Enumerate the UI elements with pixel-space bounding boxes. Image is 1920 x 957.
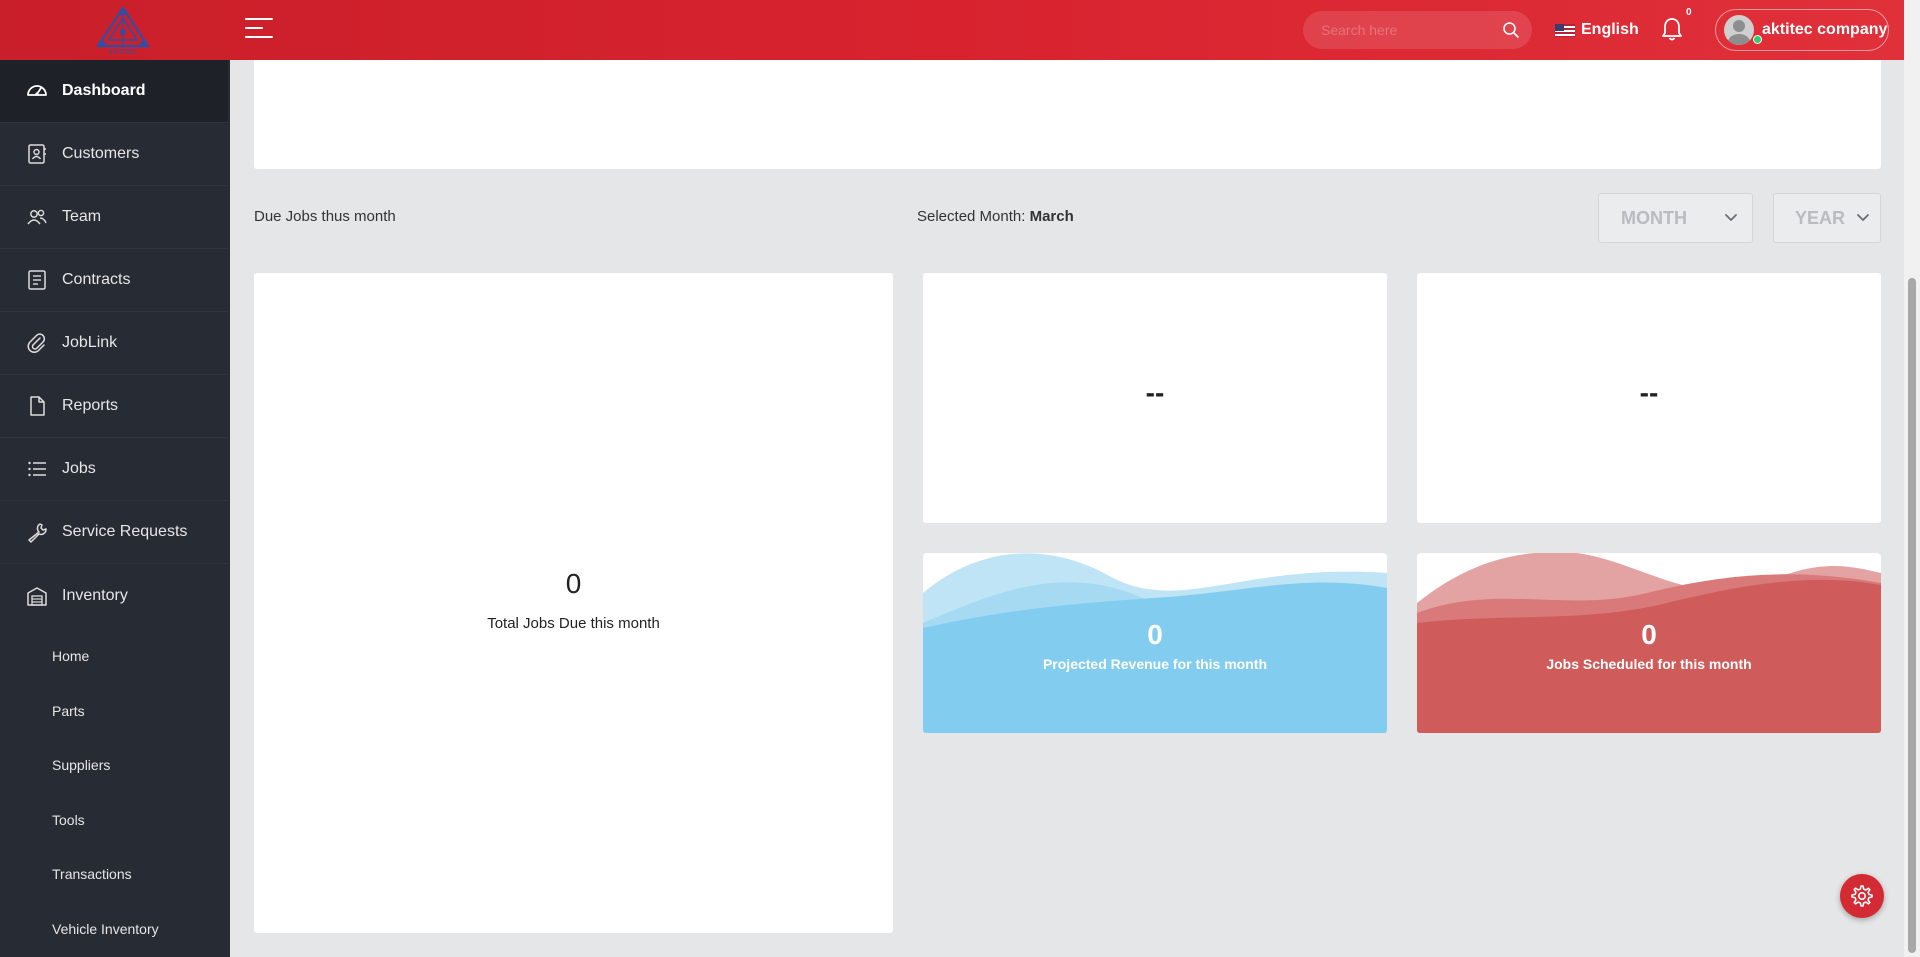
sidebar-subitem-parts[interactable]: Parts <box>52 703 85 723</box>
top-header: AKTITEC English 0 aktitec company <box>0 0 1904 60</box>
menu-toggle-icon[interactable] <box>245 18 273 42</box>
month-select[interactable]: MONTH <box>1598 193 1753 243</box>
jobs-scheduled-value: 0 <box>1641 619 1657 650</box>
scrollbar-thumb[interactable] <box>1908 278 1916 953</box>
notification-count-badge: 0 <box>1686 7 1692 18</box>
language-selector[interactable]: English <box>1555 18 1639 42</box>
sidebar-item-dashboard[interactable]: Dashboard <box>0 60 228 123</box>
selected-month-label: Selected Month: <box>917 208 1026 225</box>
contract-icon <box>28 270 46 290</box>
projected-revenue-card: 0 Projected Revenue for this month <box>923 553 1387 733</box>
sidebar-item-label: Customers <box>62 145 140 162</box>
sidebar-item-label: Jobs <box>62 460 96 477</box>
user-name: aktitec company <box>1762 21 1888 38</box>
sidebar-item-label: Service Requests <box>62 523 188 540</box>
sidebar-item-label: Dashboard <box>62 82 146 99</box>
sidebar-subitem-tools[interactable]: Tools <box>52 812 85 832</box>
sidebar-item-label: Reports <box>62 397 119 414</box>
stat-card-1-value: -- <box>1145 377 1165 408</box>
section-title: Due Jobs thus month <box>254 208 396 225</box>
gear-icon <box>1851 885 1873 907</box>
language-label: English <box>1581 21 1639 38</box>
projected-revenue-caption: Projected Revenue for this month <box>1042 656 1268 672</box>
year-select-label: YEAR <box>1795 207 1846 228</box>
year-select[interactable]: YEAR <box>1773 193 1881 243</box>
search-icon[interactable] <box>1502 21 1520 39</box>
company-logo[interactable]: AKTITEC <box>90 4 156 56</box>
notification-bell-icon[interactable] <box>1660 16 1684 42</box>
search-box <box>1303 11 1532 49</box>
online-status-dot <box>1753 35 1762 44</box>
stat-card-2: -- <box>1417 273 1881 523</box>
total-jobs-card: 0 Total Jobs Due this month <box>254 273 893 933</box>
search-input[interactable] <box>1321 11 1501 49</box>
sidebar-item-joblink[interactable]: JobLink <box>0 312 228 375</box>
selected-month: Selected Month: March <box>917 208 1074 225</box>
sidebar-subitem-home[interactable]: Home <box>52 648 89 668</box>
sidebar-item-team[interactable]: Team <box>0 186 228 249</box>
projected-revenue-value: 0 <box>1147 619 1163 650</box>
selected-month-value: March <box>1029 208 1074 225</box>
warehouse-icon <box>27 586 47 606</box>
stat-card-2-value: -- <box>1639 377 1659 408</box>
sidebar-item-label: Contracts <box>62 271 131 288</box>
sidebar-item-customers[interactable]: Customers <box>0 123 228 186</box>
sidebar-item-label: Team <box>62 208 102 225</box>
sidebar-item-contracts[interactable]: Contracts <box>0 249 228 312</box>
speedometer-icon <box>27 85 47 96</box>
sidebar-item-jobs[interactable]: Jobs <box>0 438 228 501</box>
us-flag-icon <box>1555 23 1575 37</box>
total-jobs-value: 0 <box>565 568 582 599</box>
wrench-icon <box>28 523 47 543</box>
avatar <box>1724 15 1754 45</box>
sidebar: Dashboard Customers Team Contracts JobLi… <box>0 60 230 957</box>
jobs-scheduled-caption: Jobs Scheduled for this month <box>1546 656 1752 672</box>
sidebar-subitem-vehicle-inventory[interactable]: Vehicle Inventory <box>52 921 159 941</box>
jobs-scheduled-card: 0 Jobs Scheduled for this month <box>1417 553 1881 733</box>
user-menu-button[interactable]: aktitec company <box>1715 9 1889 51</box>
sidebar-item-reports[interactable]: Reports <box>0 375 228 438</box>
page-scrollbar[interactable] <box>1904 0 1920 957</box>
contact-book-icon <box>28 144 46 164</box>
sidebar-item-inventory[interactable]: Inventory <box>0 564 228 627</box>
settings-button[interactable] <box>1840 874 1884 918</box>
stat-card-1: -- <box>923 273 1387 523</box>
month-select-label: MONTH <box>1621 207 1687 228</box>
chevron-down-icon <box>1725 214 1737 221</box>
list-icon <box>28 461 46 477</box>
team-icon <box>27 209 47 225</box>
chevron-down-icon <box>1857 214 1869 221</box>
sidebar-item-label: JobLink <box>62 334 118 351</box>
top-panel-card <box>254 60 1881 169</box>
sidebar-subitem-transactions[interactable]: Transactions <box>52 866 132 886</box>
sidebar-subitem-suppliers[interactable]: Suppliers <box>52 757 110 777</box>
logo-text: AKTITEC <box>108 48 138 56</box>
file-icon <box>30 396 45 416</box>
paperclip-icon <box>27 333 46 353</box>
total-jobs-caption: Total Jobs Due this month <box>487 615 660 632</box>
sidebar-item-service-requests[interactable]: Service Requests <box>0 501 228 564</box>
sidebar-item-label: Inventory <box>62 586 128 604</box>
